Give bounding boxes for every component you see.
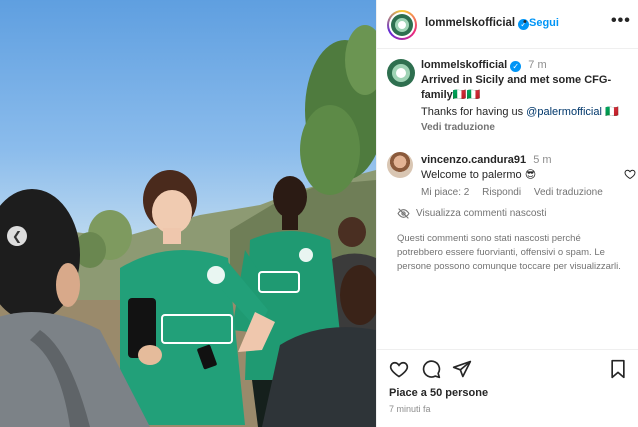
share-icon[interactable]: [452, 359, 472, 379]
view-hidden-comments-button[interactable]: Visualizza commenti nascosti: [397, 208, 546, 219]
comment-reply-button[interactable]: Rispondi: [482, 187, 521, 198]
view-hidden-comments-label[interactable]: Visualizza commenti nascosti: [416, 208, 546, 219]
caption-thanks-text: Thanks for having us: [421, 106, 527, 118]
comment-likes-count[interactable]: Mi piace: 2: [421, 187, 469, 198]
club-logo-icon: [395, 18, 409, 32]
bookmark-icon[interactable]: [609, 359, 627, 379]
carousel-prev-button[interactable]: ❮: [7, 226, 27, 246]
caption-avatar[interactable]: [387, 59, 415, 87]
comment-text: Welcome to palermo 😎: [421, 169, 537, 181]
caption-flag: 🇮🇹: [605, 106, 619, 118]
comment-username[interactable]: vincenzo.candura91: [421, 154, 526, 166]
chevron-left-icon: ❮: [11, 228, 23, 243]
post-photo: ❮: [0, 0, 376, 427]
follow-button[interactable]: Segui: [529, 17, 559, 29]
caption-username[interactable]: lommelskofficial: [421, 59, 507, 71]
caption-text-line2: family🇮🇹🇮🇹: [421, 89, 481, 101]
caption-mention-link[interactable]: @palermofficial: [526, 106, 602, 118]
post-header: lommelskofficial ✓ • Segui •••: [377, 0, 638, 49]
commenter-avatar[interactable]: [387, 152, 413, 178]
comment-like-heart-icon[interactable]: [624, 168, 636, 180]
caption-text-line1: Arrived in Sicily and met some CFG-: [421, 74, 612, 86]
eye-slash-icon: [397, 208, 410, 219]
club-logo-icon: [392, 64, 410, 82]
post-sidebar: lommelskofficial ✓ • Segui ••• lommelskof…: [376, 0, 638, 427]
comment-meta: Mi piace: 2 Rispondi Vedi traduzione: [421, 187, 613, 198]
caption-translate-link[interactable]: Vedi traduzione: [421, 120, 633, 135]
comment-translate-link[interactable]: Vedi traduzione: [534, 187, 603, 198]
more-options-icon[interactable]: •••: [611, 12, 631, 30]
author-username-text[interactable]: lommelskofficial: [425, 17, 515, 29]
post-timestamp: 7 minuti fa: [389, 404, 431, 414]
likes-count[interactable]: Piace a 50 persone: [389, 387, 488, 399]
verified-badge-icon: ✓: [510, 61, 522, 72]
heart-icon[interactable]: [389, 359, 409, 379]
separator-dot: •: [523, 16, 527, 28]
post-photo-illustration: [0, 25, 376, 427]
author-username[interactable]: lommelskofficial ✓: [425, 17, 530, 30]
hidden-comments-note: Questi commenti sono stati nascosti perc…: [397, 233, 621, 272]
author-avatar[interactable]: [387, 10, 417, 40]
comment-time: 5 m: [533, 154, 552, 166]
caption-time: 7 m: [528, 59, 547, 71]
comment-icon[interactable]: [421, 359, 441, 379]
